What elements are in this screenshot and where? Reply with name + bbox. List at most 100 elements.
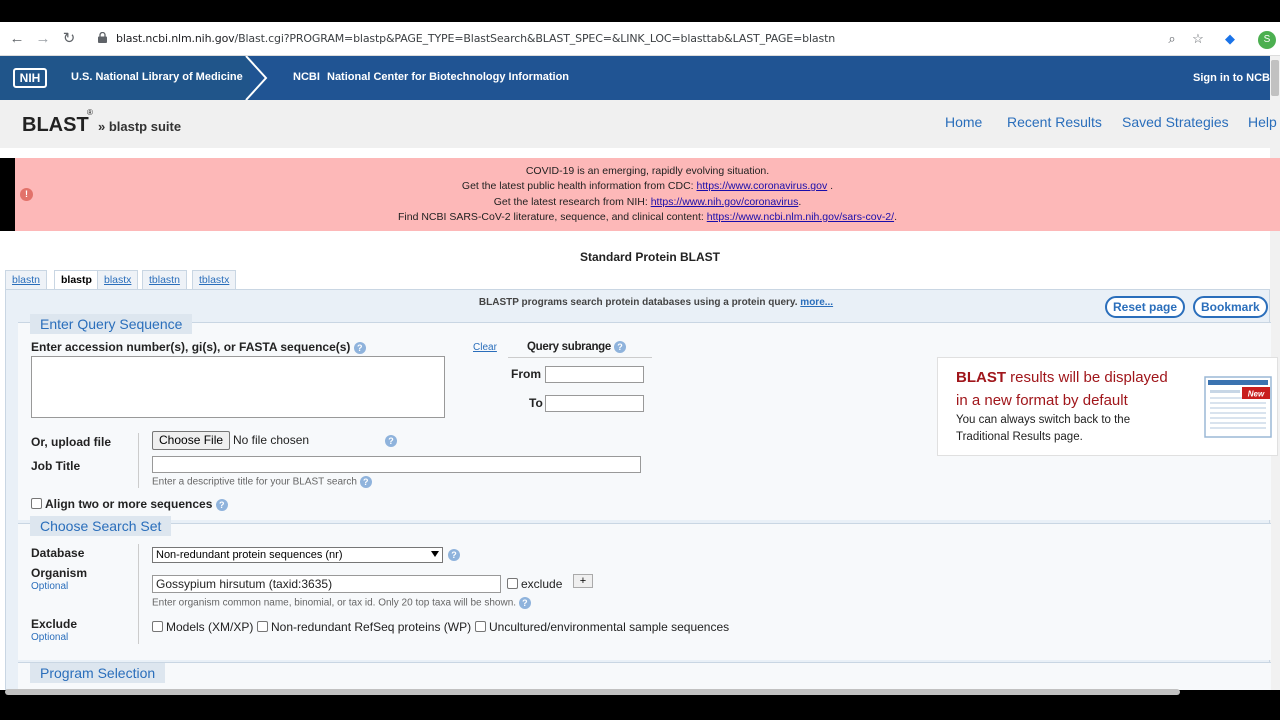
nih-logo[interactable]: NIH xyxy=(13,68,47,88)
query-textarea[interactable] xyxy=(31,356,445,418)
sign-in-link[interactable]: Sign in to NCBI xyxy=(1193,72,1273,84)
ncbi-logo[interactable]: NCBI xyxy=(293,71,320,83)
window-top-bar xyxy=(0,0,1280,22)
exclude-uncultured-option[interactable]: Uncultured/environmental sample sequence… xyxy=(475,620,729,634)
add-organism-button[interactable]: + xyxy=(573,574,593,588)
organism-optional: Optional xyxy=(31,581,69,592)
program-selection-section: Program Selection xyxy=(18,662,1271,692)
zoom-icon[interactable]: ⌕ xyxy=(1164,31,1180,47)
to-input[interactable] xyxy=(545,395,644,412)
promo-headline-2: in a new format by default xyxy=(956,392,1128,409)
exclude-refseq-text: Non-redundant RefSeq proteins (WP) xyxy=(271,620,472,634)
new-format-thumbnail-icon: New xyxy=(1204,376,1272,438)
main-content: Standard Protein BLAST blastn blastp bla… xyxy=(0,243,1278,692)
exclude-models-checkbox[interactable] xyxy=(152,621,163,632)
search-form: BLASTP programs search protein databases… xyxy=(5,289,1278,692)
upload-label: Or, upload file xyxy=(31,435,112,449)
blast-header: BLAST ® » blastp suite Home Recent Resul… xyxy=(0,100,1277,148)
covid-line-3-tail: . xyxy=(798,196,802,208)
more-link[interactable]: more... xyxy=(800,297,833,308)
database-label: Database xyxy=(31,546,85,560)
align-two-option[interactable]: Align two or more sequences ? xyxy=(31,497,228,511)
nih-coronavirus-link[interactable]: https://www.nih.gov/coronavirus xyxy=(651,196,799,208)
star-icon[interactable]: ☆ xyxy=(1190,31,1206,47)
organism-hint-text: Enter organism common name, binomial, or… xyxy=(152,597,517,609)
ncbi-name-link[interactable]: National Center for Biotechnology Inform… xyxy=(327,71,569,83)
subrange-label: Query subrange ? xyxy=(527,341,626,353)
covid-line-3: Get the latest research from NIH: https:… xyxy=(15,196,1280,208)
exclude-uncultured-checkbox[interactable] xyxy=(475,621,486,632)
job-hint-text: Enter a descriptive title for your BLAST… xyxy=(152,476,357,488)
help-icon[interactable]: ? xyxy=(385,435,397,447)
search-set-legend: Choose Search Set xyxy=(30,516,172,536)
database-value: Non-redundant protein sequences (nr) xyxy=(156,549,343,561)
reload-icon[interactable]: ↻ xyxy=(60,30,78,48)
exclude-organism-option[interactable]: exclude xyxy=(507,577,562,591)
job-title-input[interactable] xyxy=(152,456,641,473)
covid-line-2: Get the latest public health information… xyxy=(15,180,1280,192)
bookmark-button[interactable]: Bookmark xyxy=(1193,296,1268,318)
query-legend: Enter Query Sequence xyxy=(30,314,193,334)
vertical-scroll-thumb[interactable] xyxy=(1271,60,1279,96)
search-set-section: Choose Search Set Database Non-redundant… xyxy=(18,516,1271,660)
promo-headline-rest: results will be displayed xyxy=(1006,369,1168,386)
help-link[interactable]: Help xyxy=(1248,114,1277,130)
help-icon[interactable]: ? xyxy=(613,341,626,353)
choose-file-button[interactable]: Choose File xyxy=(152,431,231,450)
lock-icon xyxy=(98,32,107,43)
back-icon[interactable]: ← xyxy=(8,30,26,48)
cdc-link[interactable]: https://www.coronavirus.gov xyxy=(697,180,828,192)
exclude-uncultured-text: Uncultured/environmental sample sequence… xyxy=(489,620,730,634)
screen: ← → ↻ blast.ncbi.nlm.nih.gov/Blast.cgi?P… xyxy=(0,0,1280,720)
sars-cov-2-link[interactable]: https://www.ncbi.nlm.nih.gov/sars-cov-2/ xyxy=(707,211,894,223)
home-link[interactable]: Home xyxy=(945,114,982,130)
query-label-text: Enter accession number(s), gi(s), or FAS… xyxy=(31,340,351,354)
exclude-refseq-option[interactable]: Non-redundant RefSeq proteins (WP) xyxy=(257,620,471,634)
query-label: Enter accession number(s), gi(s), or FAS… xyxy=(31,340,366,354)
profile-avatar[interactable]: S xyxy=(1258,31,1276,49)
registered-mark: ® xyxy=(87,108,93,117)
help-icon[interactable]: ? xyxy=(448,549,460,561)
forward-icon[interactable]: → xyxy=(34,30,52,48)
banner-spacer xyxy=(0,231,1270,243)
job-title-hint: Enter a descriptive title for your BLAST… xyxy=(152,476,372,488)
horizontal-scrollbar[interactable] xyxy=(5,689,1180,695)
organism-input[interactable]: Gossypium hirsutum (taxid:3635) xyxy=(152,575,501,593)
tab-blastp[interactable]: blastp xyxy=(54,270,99,291)
new-badge: New xyxy=(1248,390,1265,399)
browser-toolbar: ← → ↻ blast.ncbi.nlm.nih.gov/Blast.cgi?P… xyxy=(0,22,1280,56)
help-icon[interactable]: ? xyxy=(215,498,228,511)
clear-link[interactable]: Clear xyxy=(473,342,497,353)
tab-blastx[interactable]: blastx xyxy=(97,270,139,290)
saved-strategies-link[interactable]: Saved Strategies xyxy=(1122,114,1229,130)
from-input[interactable] xyxy=(545,366,644,383)
exclude-organism-checkbox[interactable] xyxy=(507,578,518,589)
tab-tblastx[interactable]: tblastx xyxy=(192,270,237,290)
help-icon[interactable]: ? xyxy=(359,476,372,488)
help-icon[interactable]: ? xyxy=(518,597,531,609)
program-description: BLASTP programs search protein databases… xyxy=(6,297,1280,308)
new-format-promo[interactable]: BLAST results will be displayed in a new… xyxy=(937,357,1278,456)
nlm-link[interactable]: U.S. National Library of Medicine xyxy=(71,71,243,83)
covid-line-2-tail: . xyxy=(827,180,834,192)
exclude-organism-text: exclude xyxy=(521,577,563,591)
tab-tblastn[interactable]: tblastn xyxy=(142,270,187,290)
align-two-checkbox[interactable] xyxy=(31,498,42,509)
url-bar[interactable]: blast.ncbi.nlm.nih.gov/Blast.cgi?PROGRAM… xyxy=(90,27,1220,51)
organism-label: Organism xyxy=(31,566,88,580)
extension-icon[interactable]: ◆ xyxy=(1222,31,1238,47)
blast-logo[interactable]: BLAST xyxy=(22,114,89,137)
exclude-models-option[interactable]: Models (XM/XP) xyxy=(152,620,253,634)
reset-page-button[interactable]: Reset page xyxy=(1105,296,1186,318)
tab-blastn[interactable]: blastn xyxy=(5,270,48,290)
subrange-label-text: Query subrange xyxy=(527,341,611,354)
covid-line-4-text: Find NCBI SARS-CoV-2 literature, sequenc… xyxy=(398,211,707,223)
chevron-down-icon xyxy=(431,551,439,557)
covid-alert: ! COVID-19 is an emerging, rapidly evolv… xyxy=(15,158,1280,231)
program-selection-legend: Program Selection xyxy=(30,663,166,683)
database-select[interactable]: Non-redundant protein sequences (nr) xyxy=(152,547,443,563)
recent-results-link[interactable]: Recent Results xyxy=(1007,114,1102,130)
suite-title: » blastp suite xyxy=(98,119,182,134)
help-icon[interactable]: ? xyxy=(353,341,366,354)
exclude-refseq-checkbox[interactable] xyxy=(257,621,268,632)
